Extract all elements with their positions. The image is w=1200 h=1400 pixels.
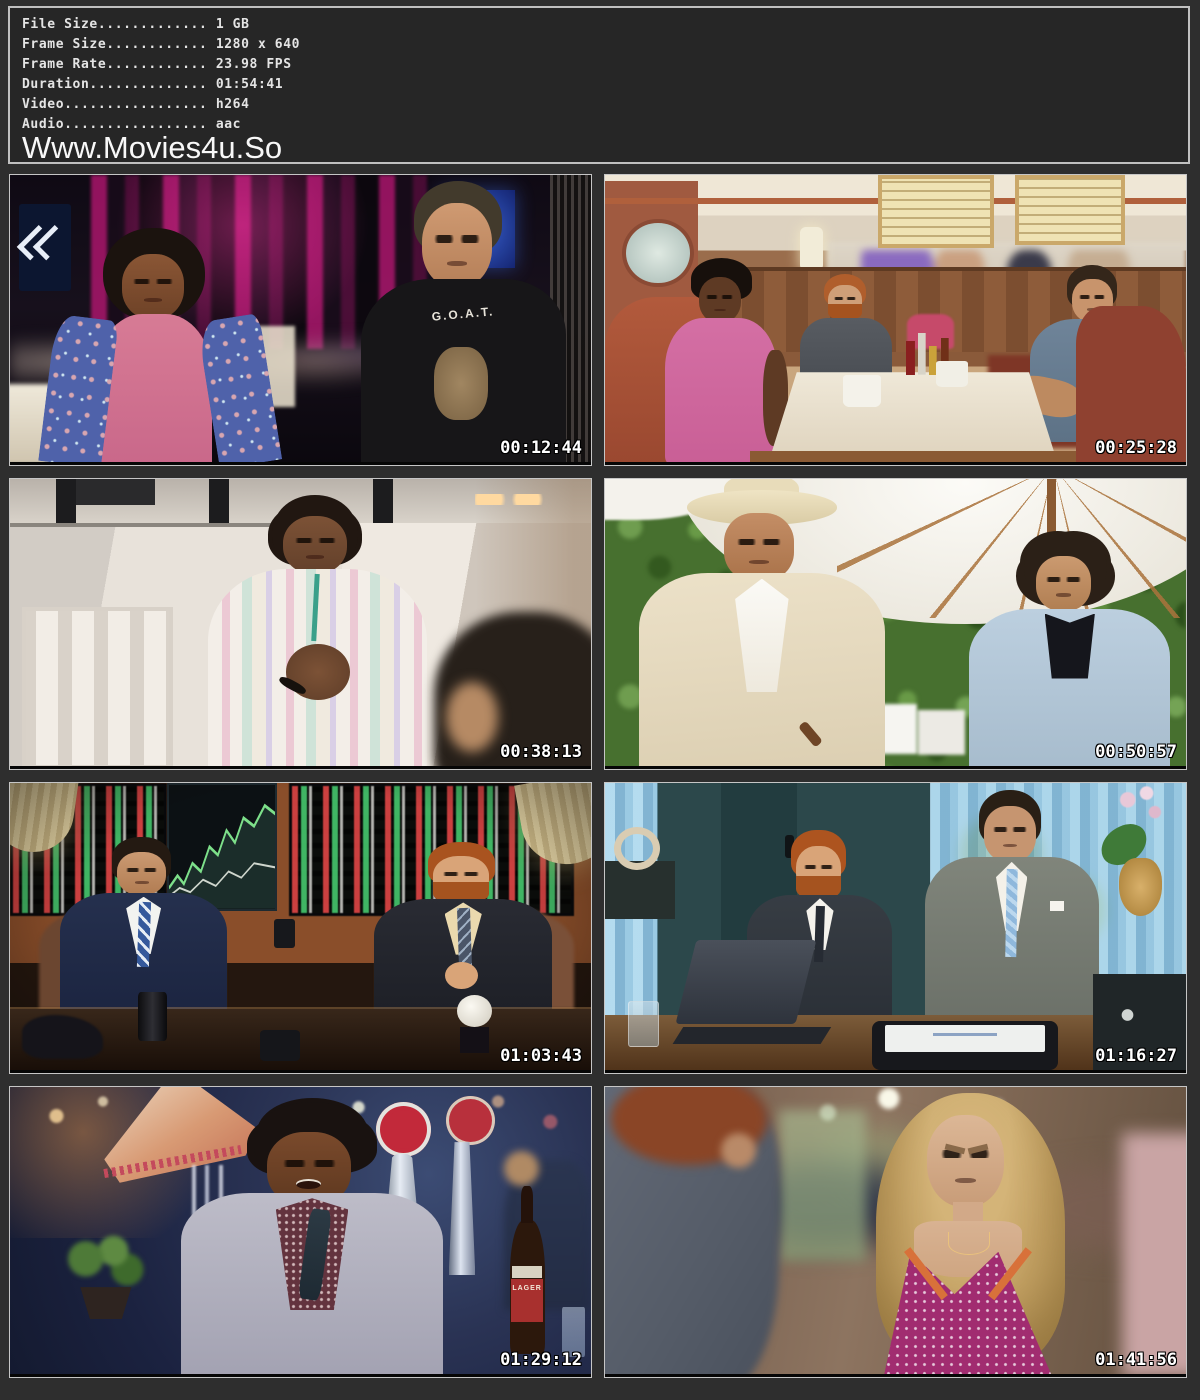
- actress-center: [861, 1099, 1117, 1377]
- ring-sculpture: [614, 827, 660, 871]
- scene-garden-party: [605, 479, 1186, 769]
- timestamp: 01:03:43: [500, 1046, 582, 1066]
- timestamp: 00:38:13: [500, 742, 582, 762]
- actor-right-blue-blazer: [965, 537, 1174, 769]
- foreground-man-ear: [721, 1133, 756, 1168]
- orchid-plant: [1093, 783, 1186, 916]
- screenshot-thumbnail: LAGER 01:29:12: [9, 1086, 592, 1378]
- ceiling-lights: [475, 494, 545, 506]
- dark-mug: [260, 1030, 301, 1062]
- scene-party: [605, 1087, 1186, 1377]
- table-lamp: [800, 227, 823, 271]
- coffee-mug: [843, 375, 881, 407]
- info-line-frame-rate: Frame Rate............ 23.98 FPS: [22, 55, 1176, 75]
- screenshot-thumbnail: 00:38:13: [9, 478, 592, 770]
- patterned-tie: [457, 907, 472, 967]
- actor-center: [173, 1110, 452, 1377]
- slatted-door: [22, 607, 173, 769]
- screenshot-thumbnail: 00:25:28: [604, 174, 1187, 466]
- face: [1036, 556, 1090, 612]
- face: [283, 516, 347, 575]
- trophy-base: [460, 1027, 489, 1053]
- media-info-panel: File Size............. 1 GB Frame Size..…: [8, 6, 1190, 164]
- actor-right-dark-suit: [370, 847, 556, 1021]
- screenshot-thumbnail: 01:03:43: [9, 782, 592, 1074]
- scene-pub: LAGER: [10, 1087, 591, 1377]
- timestamp: 00:12:44: [500, 438, 582, 458]
- face: [927, 1115, 1004, 1207]
- screenshot-grid: G.O.A.T. 00:12:44: [9, 174, 1191, 1378]
- pink-sleeveless-top: [665, 318, 777, 465]
- timestamp: 00:50:57: [1095, 742, 1177, 762]
- logo-mark: [1119, 1004, 1136, 1026]
- document-paper: [885, 1025, 1045, 1053]
- background-guest: [1122, 1133, 1186, 1377]
- trophy-ball: [457, 995, 492, 1027]
- timestamp: 01:41:56: [1095, 1350, 1177, 1370]
- screenshot-preview-sheet: File Size............. 1 GB Frame Size..…: [0, 0, 1200, 1400]
- timestamp: 01:16:27: [1095, 1046, 1177, 1066]
- info-line-frame-size: Frame Size............ 1280 x 640: [22, 35, 1176, 55]
- timestamp: 01:29:12: [500, 1350, 582, 1370]
- face: [724, 513, 793, 581]
- side-cabinet: [605, 861, 675, 919]
- pocket-square: [1050, 901, 1064, 910]
- info-line-video-codec: Video................. h264: [22, 95, 1176, 115]
- document-folio: [872, 1021, 1058, 1070]
- black-tumbler: [138, 992, 167, 1041]
- black-tshirt: [1045, 614, 1095, 679]
- water-glass: [628, 1001, 659, 1047]
- actor-left-cream-suit: [628, 485, 895, 769]
- scene-office-meeting: [605, 783, 1186, 1073]
- scene-white-interior: [10, 479, 591, 769]
- site-watermark: Www.Movies4u.So: [22, 135, 1176, 161]
- bottle-band: [512, 1266, 543, 1278]
- beer-bottle: LAGER: [510, 1220, 545, 1353]
- laptop: [686, 940, 825, 1044]
- screenshot-thumbnail: G.O.A.T. 00:12:44: [9, 174, 592, 466]
- scene-diner: [605, 175, 1186, 465]
- coffee-mug: [936, 361, 968, 387]
- goat-graphic: [434, 347, 488, 420]
- menu-board: [1015, 175, 1125, 245]
- face: [984, 806, 1036, 862]
- actor-left: [45, 233, 277, 465]
- foreground-cheek: [446, 682, 498, 752]
- laptop-base: [673, 1027, 831, 1044]
- actor-left: [651, 274, 790, 465]
- screenshot-thumbnail: 01:16:27: [604, 782, 1187, 1074]
- bottle-label-text: LAGER: [511, 1279, 543, 1322]
- actor-right: G.O.A.T.: [341, 184, 585, 465]
- background-patron-face: [504, 1151, 539, 1186]
- beer-tap-badge: [446, 1096, 495, 1145]
- screenshot-thumbnail: 01:41:56: [604, 1086, 1187, 1378]
- menu-board: [878, 175, 994, 248]
- table-edge: [750, 451, 1075, 466]
- face: [699, 277, 741, 323]
- actor-right-gray-suit: [925, 795, 1099, 1027]
- face: [122, 254, 185, 319]
- face: [117, 852, 166, 895]
- laptop-screen: [676, 940, 817, 1024]
- scene-trading-desk: [10, 783, 591, 1073]
- screenshot-thumbnail: 00:50:57: [604, 478, 1187, 770]
- info-line-file-size: File Size............. 1 GB: [22, 15, 1176, 35]
- timestamp: 00:25:28: [1095, 438, 1177, 458]
- actor-center: [184, 502, 451, 769]
- blue-striped-tie: [1006, 869, 1019, 957]
- face: [422, 203, 493, 287]
- gold-vase: [1119, 858, 1162, 917]
- scene-nightclub: G.O.A.T.: [10, 175, 591, 465]
- info-line-duration: Duration.............. 01:54:41: [22, 75, 1176, 95]
